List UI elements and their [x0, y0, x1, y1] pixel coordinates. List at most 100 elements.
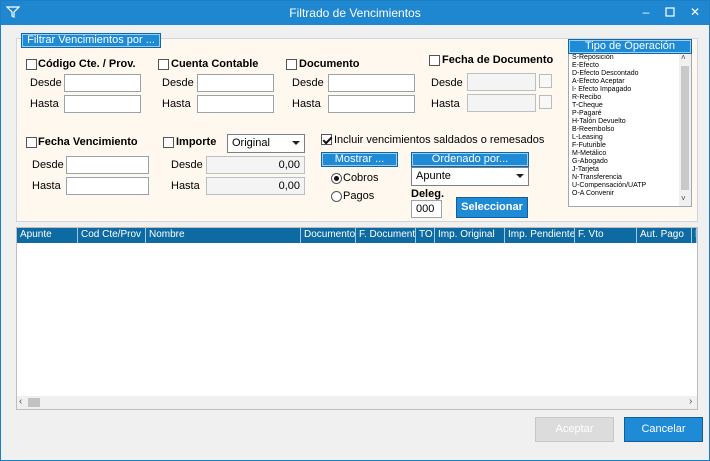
close-icon[interactable]: ✕ [686, 4, 704, 20]
minimize-icon[interactable]: – [637, 4, 655, 20]
column-header[interactable]: Documento [301, 228, 356, 243]
codigo-hasta-label: Hasta [30, 98, 59, 110]
codigo-checkbox[interactable] [26, 59, 37, 70]
importe-desde-input[interactable]: 0,00 [206, 156, 305, 174]
column-header[interactable]: Apunte [17, 228, 78, 243]
horizontal-scrollbar[interactable]: ‹ › [17, 396, 697, 409]
codigo-hasta-input[interactable] [64, 95, 141, 113]
importe-label: Importe [176, 136, 217, 148]
list-item[interactable]: P-Pagaré [572, 110, 602, 118]
fecha-doc-desde-label: Desde [431, 77, 463, 89]
documento-desde-input[interactable] [328, 74, 415, 92]
cobros-label: Cobros [343, 172, 379, 184]
cuenta-desde-label: Desde [162, 77, 194, 89]
fecha-venc-hasta-label: Hasta [32, 180, 61, 192]
cuenta-checkbox[interactable] [158, 59, 169, 70]
chevron-down-icon [292, 141, 300, 145]
column-header[interactable]: TO [416, 228, 435, 243]
list-item[interactable]: O-A Convenir [572, 190, 614, 198]
seleccionar-button[interactable]: Seleccionar [456, 197, 528, 218]
list-item[interactable]: I- Efecto Impagado [572, 86, 631, 94]
fecha-doc-hasta-input[interactable] [467, 94, 536, 112]
pagos-radio[interactable] [331, 191, 342, 202]
list-item[interactable]: H-Talón Devuelto [572, 118, 626, 126]
scrollbar-thumb[interactable] [28, 398, 40, 407]
list-item[interactable]: E-Efecto [572, 62, 599, 70]
list-item[interactable]: S-Reposición [572, 54, 614, 62]
fecha-doc-desde-input[interactable] [467, 73, 536, 91]
codigo-desde-label: Desde [30, 77, 62, 89]
importe-desde-label: Desde [171, 159, 203, 171]
documento-checkbox[interactable] [286, 59, 297, 70]
tipo-operacion-list[interactable]: S-Reposición E-Efecto D-Efecto Descontad… [568, 51, 692, 207]
scrollbar-thumb[interactable] [681, 66, 689, 190]
calendar-icon[interactable] [539, 95, 552, 109]
chevron-right-icon[interactable]: › [689, 396, 692, 407]
cuenta-hasta-label: Hasta [162, 98, 191, 110]
list-item[interactable]: L-Leasing [572, 134, 603, 142]
list-item[interactable]: T-Cheque [572, 102, 603, 110]
title-bar: Filtrado de Vencimientos – ✕ [1, 1, 709, 25]
window-title: Filtrado de Vencimientos [289, 6, 421, 20]
mostrar-tab: Mostrar ... [321, 152, 398, 167]
maximize-icon[interactable] [661, 4, 679, 20]
codigo-label: Código Cte. / Prov. [38, 58, 136, 70]
documento-hasta-input[interactable] [328, 95, 415, 113]
deleg-input[interactable]: 000 [411, 200, 442, 218]
column-header[interactable]: F. Documento [356, 228, 416, 243]
column-header[interactable]: R [692, 228, 697, 243]
importe-checkbox[interactable] [163, 137, 174, 148]
codigo-desde-input[interactable] [64, 74, 141, 92]
column-header[interactable]: Imp. Original [435, 228, 505, 243]
tipo-operacion-tab: Tipo de Operación [568, 39, 692, 54]
fecha-venc-desde-input[interactable] [66, 156, 149, 174]
ordenado-select[interactable]: Apunte [411, 167, 529, 186]
ordenado-select-value: Apunte [416, 170, 451, 182]
chevron-left-icon[interactable]: ‹ [19, 396, 22, 407]
list-item[interactable]: R-Recibo [572, 94, 601, 102]
chevron-up-icon[interactable]: ˄ [681, 53, 686, 62]
list-scrollbar[interactable]: ˄ ˅ [679, 52, 691, 206]
list-item[interactable]: F-Futurible [572, 142, 606, 150]
fecha-doc-checkbox[interactable] [429, 55, 440, 66]
calendar-icon[interactable] [539, 74, 552, 88]
list-item[interactable]: A-Efecto Aceptar [572, 78, 625, 86]
list-item[interactable]: B-Reembolso [572, 126, 614, 134]
aceptar-button[interactable]: Aceptar [535, 417, 614, 442]
cancelar-button[interactable]: Cancelar [624, 417, 703, 442]
list-item[interactable]: D-Efecto Descontado [572, 70, 639, 78]
incluir-checkbox[interactable] [321, 134, 332, 145]
documento-label: Documento [299, 58, 360, 70]
column-header[interactable]: Cod Cte/Prov [78, 228, 146, 243]
importe-select-value: Original [232, 137, 270, 149]
deleg-label: Deleg. [411, 188, 445, 200]
cuenta-hasta-input[interactable] [197, 95, 274, 113]
list-item[interactable]: N-Transferencia [572, 174, 622, 182]
fecha-doc-hasta-label: Hasta [431, 98, 460, 110]
importe-select[interactable]: Original [227, 134, 305, 153]
chevron-down-icon [516, 174, 524, 178]
list-item[interactable]: G-Abogado [572, 158, 608, 166]
importe-hasta-input[interactable]: 0,00 [206, 177, 305, 195]
column-header[interactable]: Aut. Pago [637, 228, 692, 243]
list-item[interactable]: J-Tarjeta [572, 166, 599, 174]
list-item[interactable]: M-Metálico [572, 150, 606, 158]
pagos-label: Pagos [343, 190, 375, 202]
column-header[interactable]: Imp. Pendiente [505, 228, 575, 243]
incluir-label: Incluir vencimientos saldados o remesado… [334, 134, 545, 146]
importe-hasta-label: Hasta [171, 180, 200, 192]
chevron-down-icon[interactable]: ˅ [681, 194, 686, 203]
column-header[interactable]: F. Vto [575, 228, 637, 243]
cuenta-label: Cuenta Contable [171, 58, 259, 70]
fecha-venc-label: Fecha Vencimiento [38, 136, 138, 148]
fecha-venc-hasta-input[interactable] [66, 177, 149, 195]
cobros-radio[interactable] [331, 173, 342, 184]
documento-hasta-label: Hasta [292, 98, 321, 110]
filter-tab: Filtrar Vencimientos por ... [21, 33, 161, 48]
fecha-venc-checkbox[interactable] [26, 137, 37, 148]
cuenta-desde-input[interactable] [197, 74, 274, 92]
fecha-venc-desde-label: Desde [32, 159, 64, 171]
fecha-doc-label: Fecha de Documento [442, 54, 554, 66]
column-header[interactable]: Nombre [146, 228, 301, 243]
list-item[interactable]: U-Compensación/UATP [572, 182, 646, 190]
